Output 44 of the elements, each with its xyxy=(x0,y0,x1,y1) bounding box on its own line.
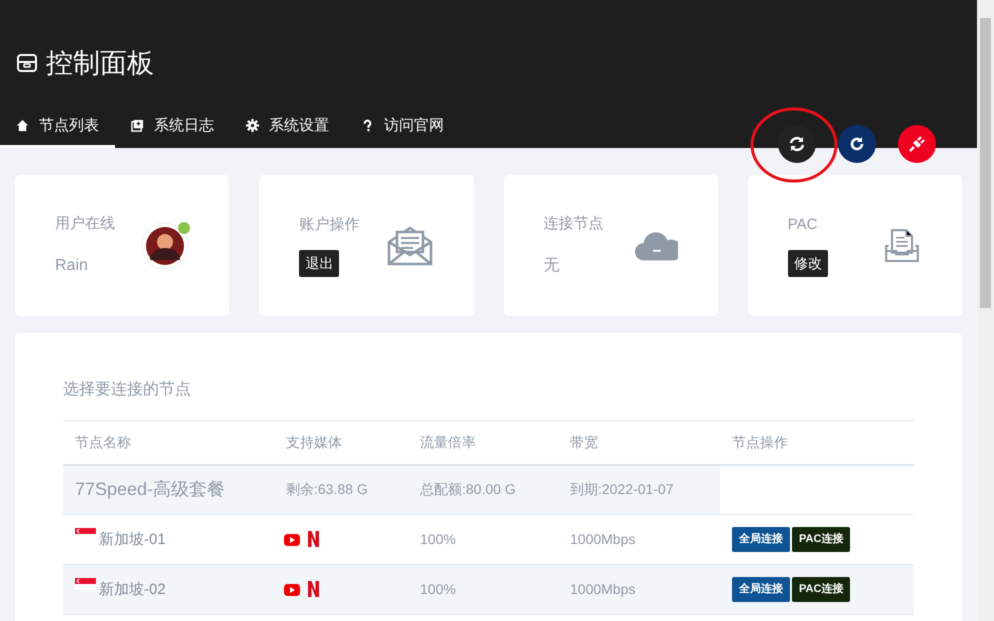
help-icon xyxy=(361,119,374,132)
nav-tab[interactable]: 访问官网 xyxy=(345,108,460,148)
refresh-button[interactable] xyxy=(838,125,876,163)
global-connect-button[interactable]: 全局连接 xyxy=(732,577,790,602)
video-play-icon xyxy=(284,533,300,547)
home-icon xyxy=(16,119,29,132)
sync-icon xyxy=(787,134,807,154)
disconnect-button[interactable] xyxy=(898,125,936,163)
n-logo-icon xyxy=(308,581,319,597)
section-title: 选择要连接的节点 xyxy=(63,380,192,400)
scrollbar[interactable] xyxy=(977,0,994,621)
node-name: 新加坡-01 xyxy=(99,530,166,548)
card-button[interactable]: 退出 xyxy=(299,250,340,278)
card-label: PAC xyxy=(788,214,818,235)
plan-name: 77Speed-高级套餐 xyxy=(63,464,274,514)
table-cell: 到期:2022-01-07 xyxy=(558,464,720,514)
n-logo-icon xyxy=(308,531,319,547)
copy-icon xyxy=(131,119,144,132)
global-connect-button[interactable]: 全局连接 xyxy=(732,527,790,552)
settings-icon xyxy=(246,119,259,132)
pac-connect-button[interactable]: PAC连接 xyxy=(792,577,850,602)
nav-tab[interactable]: 系统设置 xyxy=(230,108,345,148)
plug-icon xyxy=(907,134,927,154)
card-label: 用户在线 xyxy=(55,214,115,234)
inbox-icon xyxy=(16,52,38,74)
table-cell: 剩余:63.88 G xyxy=(274,464,408,514)
mail-icon xyxy=(386,224,434,268)
nav-tab[interactable]: 节点列表 xyxy=(0,108,115,148)
card-value: 无 xyxy=(544,256,560,276)
card-button[interactable]: 修改 xyxy=(788,250,828,278)
pac-connect-button[interactable]: PAC连接 xyxy=(792,527,850,552)
sync-button[interactable] xyxy=(778,125,816,163)
card-value: Rain xyxy=(55,256,89,276)
nav-tab[interactable]: 系统日志 xyxy=(115,108,230,148)
node-name: 新加坡-02 xyxy=(99,580,166,598)
avatar xyxy=(141,222,190,270)
table-cell: 总配额:80.00 G xyxy=(408,464,558,514)
card-label: 连接节点 xyxy=(544,214,604,234)
flag-icon xyxy=(75,578,96,590)
table-cell: 1000Mbps xyxy=(558,564,720,614)
card-label: 账户操作 xyxy=(299,214,360,235)
video-play-icon xyxy=(284,583,300,597)
table-cell: 100% xyxy=(408,564,558,614)
page-title: 控制面板 xyxy=(46,47,154,80)
